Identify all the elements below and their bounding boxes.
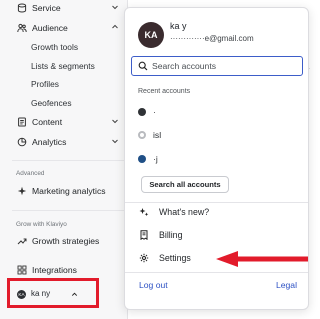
billing-label: Billing — [159, 230, 183, 240]
receipt-icon — [138, 229, 150, 241]
popover-divider — [125, 272, 308, 273]
avatar: KA — [138, 22, 164, 48]
account-name: ka y — [170, 21, 187, 31]
database-icon — [15, 1, 29, 15]
whats-new-label: What's new? — [159, 207, 210, 217]
sidebar-item-profiles[interactable]: Profiles — [31, 79, 59, 89]
chevron-down-icon — [112, 119, 118, 124]
whats-new-item[interactable]: What's new? — [138, 205, 209, 219]
search-icon — [138, 61, 148, 71]
chevron-down-icon — [112, 139, 118, 144]
people-icon — [15, 21, 29, 35]
sidebar-divider — [12, 210, 124, 211]
search-accounts-input[interactable] — [152, 61, 292, 71]
document-icon — [15, 115, 29, 129]
recent-account-name: isl — [153, 130, 162, 140]
sidebar-divider — [12, 160, 124, 161]
sidebar-item-service[interactable]: Service — [0, 0, 126, 18]
recent-accounts-label: Recent accounts — [138, 88, 191, 95]
account-avatar-dot — [138, 108, 146, 116]
chart-icon — [15, 135, 29, 149]
sidebar-item-lists-segments[interactable]: Lists & segments — [31, 61, 95, 71]
sidebar: Service Audience Growth tools Lists & se… — [0, 0, 128, 319]
settings-label: Settings — [159, 253, 191, 263]
sidebar-item-label: Marketing analytics — [32, 186, 106, 196]
chevron-down-icon — [112, 5, 118, 10]
section-label-advanced: Advanced — [16, 170, 45, 177]
gear-icon — [138, 252, 150, 264]
sidebar-item-integrations[interactable]: Integrations — [0, 260, 126, 280]
recent-account-item[interactable]: · — [138, 106, 156, 118]
recent-account-name: ·j — [153, 154, 158, 164]
account-avatar-dot — [138, 131, 146, 139]
sidebar-item-label: Service — [32, 3, 61, 13]
sidebar-item-label: Analytics — [32, 137, 67, 147]
chevron-up-icon — [112, 24, 118, 29]
account-avatar-dot — [138, 155, 146, 163]
recent-account-item[interactable]: ·j — [138, 153, 158, 165]
legal-link[interactable]: Legal — [276, 280, 297, 290]
sidebar-item-label: Content — [32, 117, 63, 127]
popover-divider — [125, 202, 308, 203]
search-all-accounts-button[interactable]: Search all accounts — [141, 176, 229, 193]
avatar: KA — [17, 290, 26, 299]
sidebar-item-geofences[interactable]: Geofences — [31, 98, 72, 108]
sparkle-icon — [15, 184, 29, 198]
sidebar-item-label: Growth strategies — [32, 236, 100, 246]
sidebar-item-growth-strategies[interactable]: Growth strategies — [0, 231, 126, 251]
account-switcher-button[interactable]: KA ka ny — [7, 278, 99, 308]
sidebar-item-label: Audience — [32, 23, 68, 33]
chevron-up-icon — [71, 292, 78, 296]
annotation-arrow — [216, 251, 308, 267]
sidebar-item-audience[interactable]: Audience — [0, 18, 126, 38]
billing-item[interactable]: Billing — [138, 228, 182, 242]
settings-item[interactable]: Settings — [138, 251, 191, 265]
recent-account-name: · — [153, 107, 156, 117]
grid-icon — [15, 263, 29, 277]
logout-link[interactable]: Log out — [139, 280, 168, 290]
recent-account-item[interactable]: isl — [138, 129, 161, 141]
account-name: ka ny — [31, 289, 51, 298]
account-email: ·············e@gmail.com — [170, 34, 254, 43]
sidebar-item-marketing-analytics[interactable]: Marketing analytics — [0, 181, 126, 201]
search-accounts-field[interactable] — [131, 56, 303, 76]
sparkle-icon — [138, 206, 150, 218]
sidebar-item-analytics[interactable]: Analytics — [0, 132, 126, 152]
sidebar-item-label: Integrations — [32, 265, 77, 275]
sidebar-item-content[interactable]: Content — [0, 112, 126, 132]
sidebar-item-growth-tools[interactable]: Growth tools — [31, 42, 78, 52]
section-label-grow-with-klaviyo: Grow with Klaviyo — [16, 221, 67, 228]
trend-up-icon — [15, 234, 29, 248]
